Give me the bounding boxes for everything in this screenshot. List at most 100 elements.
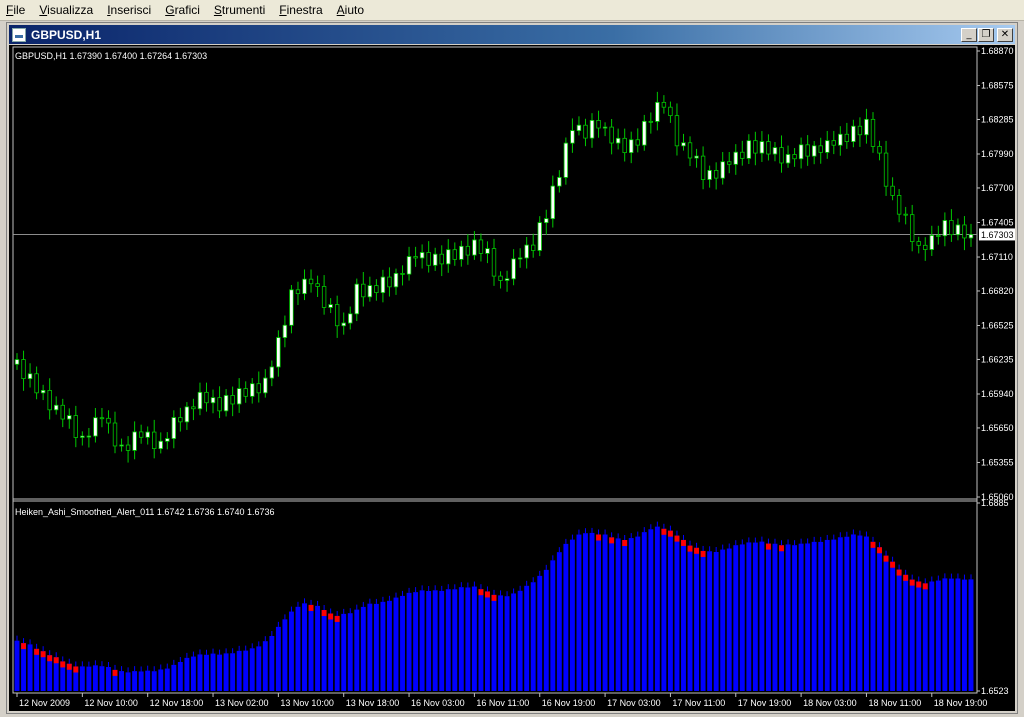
ha-bar — [125, 672, 131, 691]
ha-bar — [354, 609, 360, 691]
menu-bar: File Visualizza Inserisci Grafici Strume… — [0, 0, 1024, 21]
candle-body — [152, 431, 157, 450]
chart-labels: GBPUSD,H1 1.67390 1.67400 1.67264 1.6730… — [15, 51, 275, 517]
candle-body — [557, 177, 562, 187]
candle-body — [361, 283, 366, 298]
ha-bar — [870, 541, 876, 691]
ha-bar — [92, 665, 98, 691]
candle-body — [217, 397, 222, 412]
candle-body — [191, 406, 196, 410]
ha-bar — [275, 626, 281, 691]
menu-inserisci[interactable]: Inserisci — [101, 0, 159, 20]
candle-body — [47, 390, 52, 411]
candle-body — [903, 213, 908, 216]
ha-bar — [406, 592, 412, 691]
candle-body — [798, 144, 804, 160]
candle-body — [459, 245, 464, 260]
ha-bar — [204, 654, 209, 691]
candle-body — [713, 170, 719, 179]
current-price-label: 1.67303 — [981, 230, 1014, 240]
ha-bar-down-cap — [681, 539, 686, 546]
ha-bar — [739, 544, 745, 691]
candle-body — [132, 431, 137, 451]
minimize-button[interactable]: _ — [961, 27, 977, 42]
ha-bar — [576, 534, 582, 691]
candle-body — [674, 115, 680, 147]
candle-body — [387, 276, 392, 288]
ha-bar — [256, 646, 262, 691]
menu-aiuto[interactable]: Aiuto — [331, 0, 372, 20]
ha-bar — [419, 590, 425, 691]
ha-bar — [687, 545, 693, 691]
candle-body — [99, 417, 105, 420]
ha-bar — [890, 561, 896, 691]
ha-bar — [746, 542, 752, 691]
menu-visualizza[interactable]: Visualizza — [33, 0, 101, 20]
candlestick-series — [14, 91, 974, 463]
candle-body — [779, 147, 784, 164]
chart-svg[interactable]: 1.67303 1.68870 1.68575 1.68285 1.67990 1.67… — [9, 45, 1015, 711]
candle-body — [452, 249, 457, 260]
candle-body — [243, 388, 248, 397]
candle-body — [648, 120, 654, 123]
menu-strumenti[interactable]: Strumenti — [208, 0, 273, 20]
candle-body — [727, 161, 732, 165]
price-tick-label: 1.68285 — [981, 114, 1014, 124]
candle-body — [707, 170, 712, 180]
chart-area[interactable]: 1.67303 1.68870 1.68575 1.68285 1.67990 1.67… — [9, 45, 1015, 711]
candle-body — [465, 245, 471, 256]
time-tick-label: 13 Nov 10:00 — [280, 698, 334, 708]
ha-bar — [818, 541, 824, 691]
candle-body — [589, 120, 595, 139]
ha-bar — [217, 654, 223, 691]
ha-bar — [929, 581, 935, 691]
ha-bar — [373, 603, 379, 691]
ha-bar — [197, 654, 203, 691]
ha-bar — [713, 552, 719, 691]
ha-bar — [707, 551, 713, 691]
ha-bar — [328, 613, 334, 691]
candle-body — [792, 154, 797, 160]
ha-bar — [798, 543, 804, 691]
ha-bar — [393, 597, 399, 691]
ha-bar — [596, 534, 601, 691]
menu-grafici[interactable]: Grafici — [159, 0, 208, 20]
ha-bar — [955, 578, 961, 691]
candle-body — [694, 155, 699, 159]
ha-bar-down-cap — [34, 648, 40, 655]
candle-body — [204, 391, 209, 404]
ha-bar — [550, 560, 556, 691]
candle-body — [511, 258, 516, 280]
ha-bar — [661, 528, 667, 691]
ha-bar-down-cap — [60, 661, 66, 668]
restore-button[interactable]: ❐ — [978, 27, 994, 42]
candle-body — [485, 248, 490, 254]
menu-file[interactable]: File — [0, 0, 33, 20]
menu-finestra[interactable]: Finestra — [273, 0, 330, 20]
ha-bar — [752, 542, 758, 691]
time-tick-label: 12 Nov 2009 — [19, 698, 70, 708]
candle-body — [642, 120, 647, 146]
window-title-bar[interactable]: GBPUSD,H1 _ ❐ ✕ — [9, 25, 1015, 44]
candle-body — [269, 366, 275, 379]
candle-body — [230, 395, 235, 405]
ha-bar-down-cap — [877, 547, 882, 554]
ha-bar — [674, 535, 680, 691]
ha-bar — [282, 619, 288, 691]
candle-body — [805, 144, 810, 157]
candle-body — [210, 397, 216, 404]
candle-body — [962, 224, 967, 239]
ha-bar — [504, 596, 510, 691]
candle-body — [504, 278, 510, 281]
ha-bar — [86, 666, 92, 691]
candle-body — [615, 137, 621, 144]
ha-bar — [877, 547, 882, 691]
time-tick-label: 12 Nov 10:00 — [84, 698, 138, 708]
candle-body — [491, 248, 497, 277]
current-price-line: 1.67303 — [13, 228, 1015, 241]
candle-body — [759, 141, 765, 154]
time-tick-label: 16 Nov 03:00 — [411, 698, 465, 708]
ha-bar — [942, 578, 948, 691]
ha-bar — [635, 536, 641, 691]
close-button[interactable]: ✕ — [997, 27, 1013, 42]
